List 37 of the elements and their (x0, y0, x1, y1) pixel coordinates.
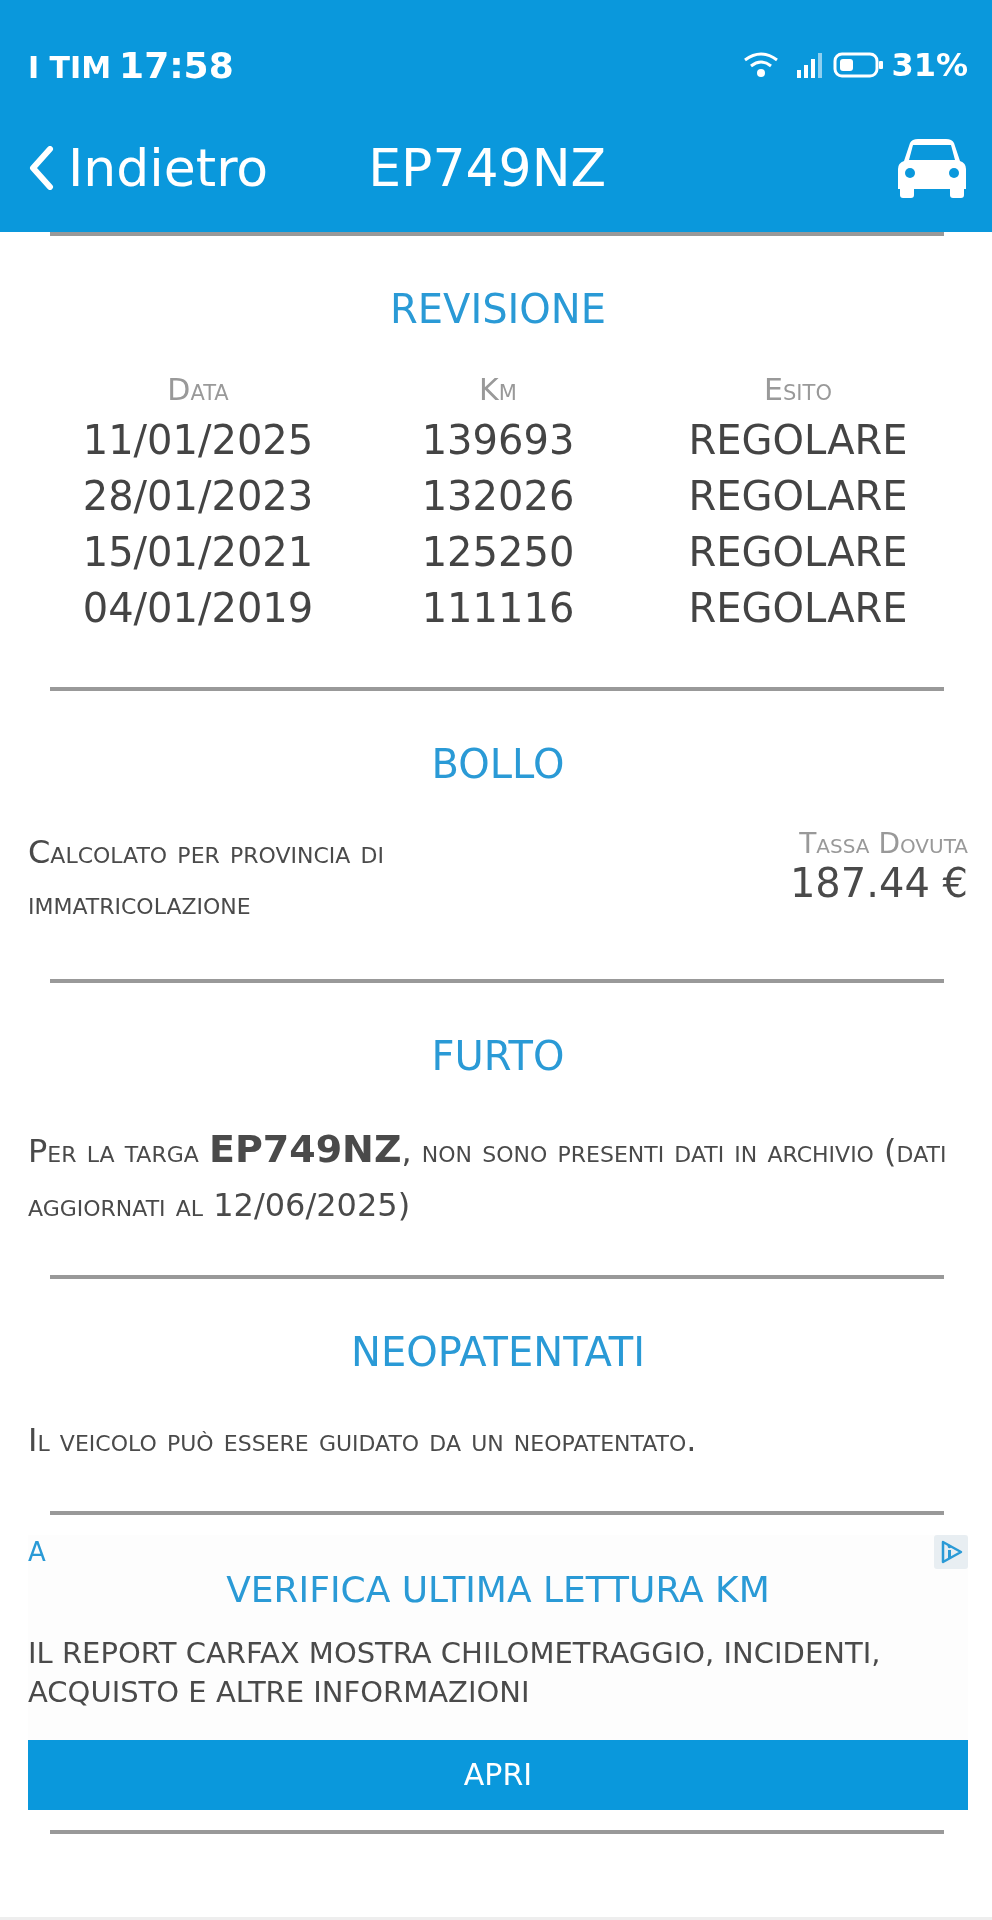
table-cell-text: 139693 (420, 417, 576, 463)
table-cell-text: 11/01/2025 (81, 417, 315, 463)
chevron-left-icon (28, 146, 54, 190)
page-title: EP749NZ (368, 138, 608, 198)
battery-icon (833, 51, 886, 79)
section-title: REVISIONE (388, 286, 608, 332)
table-cell-text: REGOLARE (687, 585, 909, 631)
table-cell-text: 15/01/2021 (81, 529, 315, 575)
carrier-name: I TIM (28, 49, 112, 85)
ad-choices-icon[interactable] (934, 1534, 968, 1569)
back-button[interactable]: Indietro (28, 138, 269, 198)
clock-time: 17:58 (119, 44, 234, 86)
new-driver-text: Il veicolo può essere guidato da un neopatentato. (28, 1420, 698, 1462)
section-title: BOLLO (430, 741, 566, 787)
table-cell-text: 111116 (420, 585, 576, 631)
table-cell-text: 04/01/2019 (81, 585, 315, 631)
column-header: Km (478, 372, 518, 407)
table-cell-text: 28/01/2023 (81, 473, 315, 519)
table-cell-text: REGOLARE (687, 529, 909, 575)
table-cell-text: 132026 (420, 473, 576, 519)
table-cell-text: 125250 (420, 529, 576, 575)
bollo-description: Calcolato per provincia di immatricolazione (28, 832, 385, 925)
table-cell-text: REGOLARE (687, 417, 909, 463)
table-cell-text: REGOLARE (687, 473, 909, 519)
tax-amount: 187.44 € (789, 860, 968, 906)
ad-title: VERIFICA ULTIMA LETTURA KM (225, 1568, 771, 1610)
ad-label: A (28, 1536, 46, 1567)
column-header: Esito (763, 372, 833, 407)
section-title: FURTO (430, 1033, 566, 1080)
column-header: Data (166, 372, 230, 407)
battery-percent: 31% (891, 46, 968, 84)
car-icon[interactable] (896, 137, 968, 199)
open-button[interactable]: APRI (28, 1739, 968, 1810)
ad-text: IL REPORT CARFAX MOSTRA CHILOMETRAGGIO, INCIDENTI, ACQUISTO E ALTRE INFORMAZIONI (28, 1634, 882, 1711)
tax-label: Tassa Dovuta (798, 827, 968, 860)
theft-status-text: Per la targa EP749NZ, non sono presenti dati in archivio (dati aggiornati al 12/06/2025) (28, 1126, 948, 1227)
section-title: NEOPATENTATI (350, 1329, 646, 1376)
